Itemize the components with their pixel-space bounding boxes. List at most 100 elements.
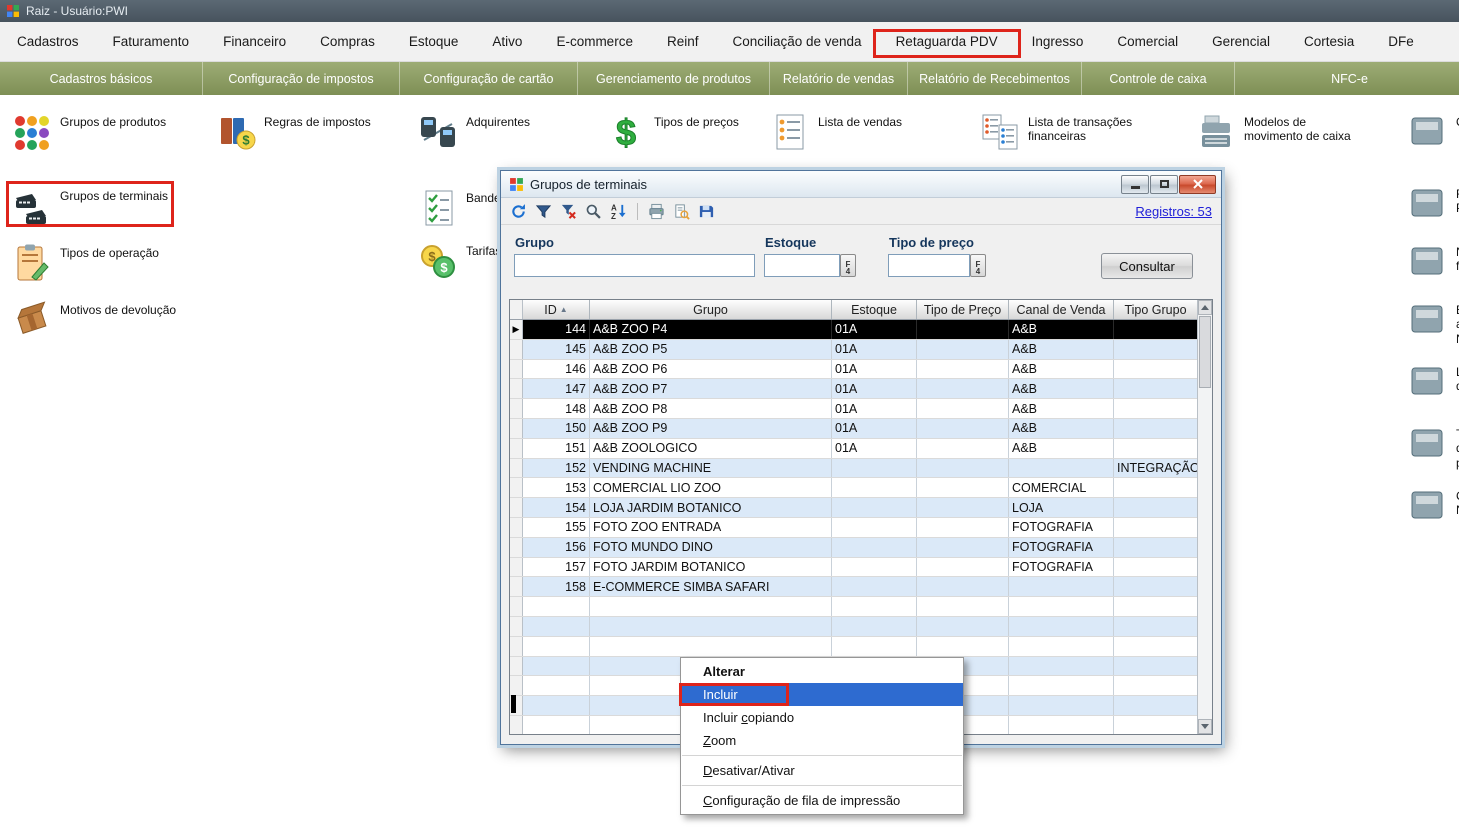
preview-icon[interactable] — [673, 203, 690, 220]
context-item-alterar[interactable]: Alterar — [681, 660, 963, 683]
shortcut-grupos-de-produtos[interactable]: Grupos de produtos — [12, 112, 166, 152]
grupo-input[interactable] — [514, 254, 755, 277]
row-selector — [510, 538, 523, 557]
cell-id: 155 — [523, 518, 590, 537]
cell-empty — [523, 657, 590, 676]
maximize-button[interactable] — [1150, 175, 1178, 194]
estoque-input[interactable] — [764, 254, 840, 277]
shortcut-right-edge-1[interactable]: Res PDV — [1408, 184, 1459, 224]
table-row[interactable]: 150A&B ZOO P901AA&B — [510, 419, 1197, 439]
grid-scrollbar[interactable] — [1197, 300, 1212, 734]
scroll-up-button[interactable] — [1198, 300, 1212, 315]
context-item-zoom[interactable]: Zoom — [681, 729, 963, 752]
row-selector — [510, 478, 523, 497]
shortcut-right-edge-3[interactable]: Exp arq NFC — [1408, 300, 1459, 346]
submenu-item-relatorio-de-vendas[interactable]: Relatório de vendas — [770, 62, 908, 95]
context-menu: AlterarIncluirIncluir copiandoZoom Desati… — [680, 657, 964, 815]
estoque-f4-button[interactable]: F4 — [840, 254, 856, 277]
table-row[interactable]: 155FOTO ZOO ENTRADAFOTOGRAFIA — [510, 518, 1197, 538]
menu-item-dfe[interactable]: DFe — [1371, 22, 1431, 61]
menu-item-ativo[interactable]: Ativo — [475, 22, 539, 61]
tipo-preco-input[interactable] — [888, 254, 970, 277]
menu-item-e-commerce[interactable]: E-commerce — [539, 22, 650, 61]
table-row[interactable]: 148A&B ZOO P801AA&B — [510, 399, 1197, 419]
table-row[interactable]: 153COMERCIAL LIO ZOOCOMERCIAL — [510, 478, 1197, 498]
print-icon[interactable] — [648, 203, 665, 220]
table-row[interactable]: 146A&B ZOO P601AA&B — [510, 360, 1197, 380]
shortcut-lista-de-vendas[interactable]: Lista de vendas — [770, 112, 902, 152]
table-row[interactable]: 152VENDING MACHINEINTEGRAÇÃO — [510, 459, 1197, 479]
cell-estoque — [832, 478, 917, 497]
scroll-down-button[interactable] — [1198, 719, 1212, 734]
menu-item-cortesia[interactable]: Cortesia — [1287, 22, 1371, 61]
menu-item-retaguarda-pdv[interactable]: Retaguarda PDV — [879, 22, 1015, 61]
adquirentes-icon — [418, 112, 458, 152]
shortcut-modelos-de-movimento-de-caixa[interactable]: Modelos de movimento de caixa — [1196, 112, 1362, 152]
submenu-item-controle-de-caixa[interactable]: Controle de caixa — [1082, 62, 1235, 95]
save-icon[interactable] — [698, 203, 715, 220]
table-row[interactable]: 147A&B ZOO P701AA&B — [510, 379, 1197, 399]
shortcut-lista-de-transacoes-financeiras[interactable]: Lista de transações financeiras — [980, 112, 1146, 152]
submenu-item-configuracao-de-impostos[interactable]: Configuração de impostos — [203, 62, 400, 95]
submenu-item-nfc-e[interactable]: NFC-e — [1235, 62, 1459, 95]
column-header-tipo_preco[interactable]: Tipo de Preço — [917, 300, 1009, 319]
shortcut-adquirentes[interactable]: Adquirentes — [418, 112, 530, 152]
menu-item-faturamento[interactable]: Faturamento — [96, 22, 207, 61]
clear-filter-icon[interactable] — [560, 203, 577, 220]
minimize-button[interactable] — [1121, 175, 1149, 194]
shortcut-motivos-de-devolucao[interactable]: Motivos de devolução — [12, 300, 176, 340]
refresh-icon[interactable] — [510, 203, 527, 220]
submenu-item-gerenciamento-de-produtos[interactable]: Gerenciamento de produtos — [578, 62, 770, 95]
table-row[interactable]: ▶144A&B ZOO P401AA&B — [510, 320, 1197, 340]
submenu-item-relatorio-de-recebimentos[interactable]: Relatório de Recebimentos — [908, 62, 1082, 95]
table-row[interactable]: 157FOTO JARDIM BOTANICOFOTOGRAFIA — [510, 558, 1197, 578]
menu-item-compras[interactable]: Compras — [303, 22, 392, 61]
menu-item-cadastros[interactable]: Cadastros — [0, 22, 96, 61]
table-row[interactable]: 158E-COMMERCE SIMBA SAFARI — [510, 577, 1197, 597]
shortcut-grupos-de-terminais[interactable]: Grupos de terminais — [12, 186, 168, 226]
table-row[interactable]: 156FOTO MUNDO DINOFOTOGRAFIA — [510, 538, 1197, 558]
dialog-titlebar[interactable]: Grupos de terminais — [501, 171, 1221, 198]
cell-tipo_preco — [917, 439, 1009, 458]
menu-item-estoque[interactable]: Estoque — [392, 22, 476, 61]
table-row[interactable]: 154LOJA JARDIM BOTANICOLOJA — [510, 498, 1197, 518]
column-header-estoque[interactable]: Estoque — [832, 300, 917, 319]
menu-item-reinf[interactable]: Reinf — [650, 22, 716, 61]
menu-item-financeiro[interactable]: Financeiro — [206, 22, 303, 61]
consultar-button[interactable]: Consultar — [1101, 253, 1193, 279]
context-item-incluir[interactable]: Incluir — [681, 683, 963, 706]
submenu-item-configuracao-de-cartao[interactable]: Configuração de cartão — [400, 62, 578, 95]
context-item-incluir-copiando[interactable]: Incluir copiando — [681, 706, 963, 729]
menu-item-gerencial[interactable]: Gerencial — [1195, 22, 1287, 61]
menu-item-comercial[interactable]: Comercial — [1100, 22, 1195, 61]
search-icon[interactable] — [585, 203, 602, 220]
context-item-configuracao-de-fila-de-impressao[interactable]: Configuração de fila de impressão — [681, 789, 963, 812]
shortcut-tipos-de-precos[interactable]: $Tipos de preços — [606, 112, 739, 152]
filter-icon[interactable] — [535, 203, 552, 220]
shortcut-right-edge-5[interactable]: Tro dev pro — [1408, 424, 1459, 470]
column-header-tipo_grupo[interactable]: Tipo Grupo — [1114, 300, 1197, 319]
registros-link[interactable]: Registros: 53 — [1135, 204, 1212, 219]
shortcut-right-edge-2[interactable]: Num fisc — [1408, 242, 1459, 282]
scroll-thumb[interactable] — [1199, 316, 1211, 388]
menu-item-label: Compras — [320, 34, 375, 49]
shortcut-right-edge-4[interactable]: List det — [1408, 362, 1459, 402]
table-row[interactable]: 145A&B ZOO P501AA&B — [510, 340, 1197, 360]
submenu-item-cadastros-basicos[interactable]: Cadastros básicos — [0, 62, 203, 95]
column-header-grupo[interactable]: Grupo — [590, 300, 832, 319]
shortcut-right-edge-0[interactable]: Ope — [1408, 112, 1459, 152]
column-header-id[interactable]: ID▲ — [523, 300, 590, 319]
table-row[interactable]: 151A&B ZOOLOGICO01AA&B — [510, 439, 1197, 459]
context-item-desativar-ativar[interactable]: Desativar/Ativar — [681, 759, 963, 782]
tipo-preco-f4-button[interactable]: F4 — [970, 254, 986, 277]
sort-icon[interactable]: AZ — [610, 203, 627, 220]
cell-canal_venda: A&B — [1009, 379, 1114, 398]
menu-item-ingresso[interactable]: Ingresso — [1015, 22, 1101, 61]
shortcut-tarifas[interactable]: $$Tarifas — [418, 241, 501, 281]
shortcut-regras-de-impostos[interactable]: $Regras de impostos — [216, 112, 371, 152]
shortcut-tipos-de-operacao[interactable]: Tipos de operação — [12, 243, 159, 283]
shortcut-right-edge-6[interactable]: Con NFC — [1408, 486, 1459, 526]
column-header-canal_venda[interactable]: Canal de Venda — [1009, 300, 1114, 319]
menu-item-conciliacao-de-venda[interactable]: Conciliação de venda — [715, 22, 878, 61]
close-button[interactable] — [1179, 175, 1216, 194]
